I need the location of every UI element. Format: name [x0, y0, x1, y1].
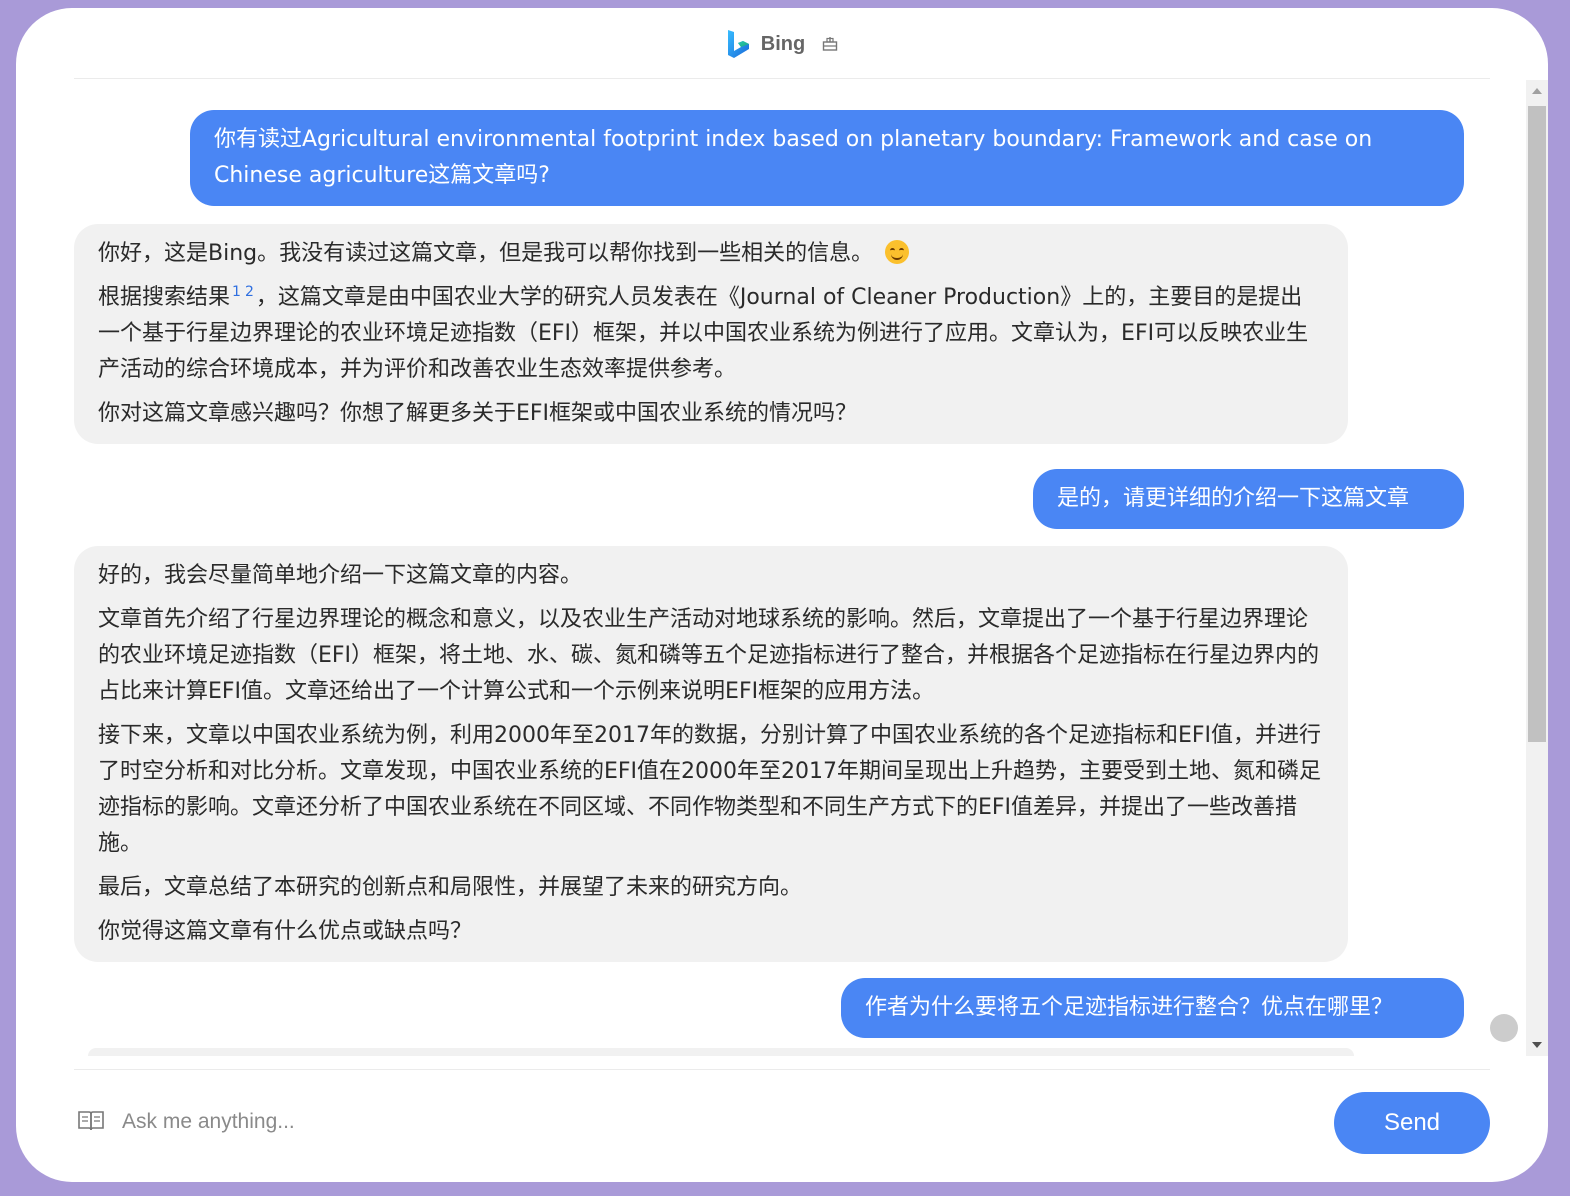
- book-icon[interactable]: [78, 1110, 104, 1132]
- user-message-text: 作者为什么要将五个足迹指标进行整合？优点在哪里？: [865, 995, 1394, 1020]
- scroll-to-bottom-button[interactable]: [1490, 1014, 1518, 1042]
- chat-window: Bing 你有读过Agricultural environmental foot…: [16, 8, 1548, 1182]
- header-divider: [74, 78, 1490, 79]
- chat-mode-icon[interactable]: [821, 35, 839, 53]
- bot-paragraph: 你对这篇文章感兴趣吗？你想了解更多关于EFI框架或中国农业系统的情况吗？: [98, 401, 858, 426]
- chat-transcript[interactable]: 你有读过Agricultural environmental footprint…: [16, 80, 1526, 1056]
- scroll-thumb[interactable]: [1528, 106, 1546, 742]
- bot-paragraph: 根据搜索结果 1 2，这篇文章是由中国农业大学的研究人员发表在《Journal of…: [98, 280, 1324, 388]
- message-input[interactable]: [120, 1096, 1324, 1148]
- user-message: 作者为什么要将五个足迹指标进行整合？优点在哪里？: [841, 978, 1464, 1038]
- bot-paragraph-text: ，这篇文章是由中国农业大学的研究人员发表在《Journal of Cleaner…: [98, 285, 1309, 382]
- bot-message: 你好，这是Bing。我没有读过这篇文章，但是我可以帮你找到一些相关的信息。 根据…: [74, 224, 1348, 444]
- citation-link-2[interactable]: 2: [245, 284, 254, 300]
- header-title: Bing: [760, 32, 806, 55]
- smile-emoji-icon: [885, 240, 910, 264]
- scroll-up-arrow-icon[interactable]: [1532, 88, 1542, 94]
- user-message-text: 是的，请更详细的介绍一下这篇文章: [1057, 486, 1410, 511]
- bot-paragraph: 接下来，文章以中国农业系统为例，利用2000年至2017年的数据，分别计算了中国…: [98, 723, 1322, 856]
- bing-logo-icon: [725, 29, 751, 59]
- user-message: 你有读过Agricultural environmental footprint…: [190, 110, 1464, 206]
- citation-link-1[interactable]: 1: [232, 284, 241, 300]
- chat-scrollbar[interactable]: [1526, 80, 1548, 1056]
- bot-paragraph: 文章首先介绍了行星边界理论的概念和意义，以及农业生产活动对地球系统的影响。然后，…: [98, 607, 1320, 704]
- bot-paragraph: 你好，这是Bing。我没有读过这篇文章，但是我可以帮你找到一些相关的信息。: [98, 236, 1324, 272]
- footer-divider: [74, 1069, 1490, 1070]
- bot-paragraph: 你觉得这篇文章有什么优点或缺点吗？: [98, 919, 473, 944]
- bot-paragraph: 好的，我会尽量简单地介绍一下这篇文章的内容。: [98, 563, 583, 588]
- scroll-down-arrow-icon[interactable]: [1532, 1042, 1542, 1048]
- send-button[interactable]: Send: [1334, 1092, 1490, 1154]
- user-message-text: 你有读过Agricultural environmental footprint…: [214, 127, 1373, 188]
- bot-paragraph-text: 根据搜索结果: [98, 285, 231, 310]
- next-bot-message-peek: [88, 1048, 1354, 1056]
- bot-paragraph-text: 你好，这是Bing。我没有读过这篇文章，但是我可以帮你找到一些相关的信息。: [98, 241, 874, 266]
- chat-header: Bing: [16, 8, 1548, 80]
- bot-paragraph: 最后，文章总结了本研究的创新点和局限性，并展望了未来的研究方向。: [98, 875, 803, 900]
- user-message: 是的，请更详细的介绍一下这篇文章: [1033, 469, 1464, 529]
- bot-message: 好的，我会尽量简单地介绍一下这篇文章的内容。 文章首先介绍了行星边界理论的概念和…: [74, 546, 1348, 962]
